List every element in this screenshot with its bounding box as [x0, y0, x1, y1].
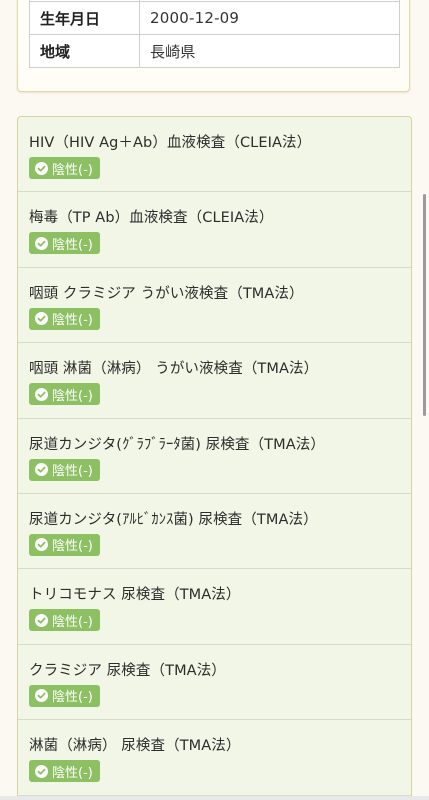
test-name: 尿道カンジタ(ｱﾙﾋﾞｶﾝｽ菌) 尿検査（TMA法）	[29, 511, 318, 528]
region-value: 長崎県	[139, 34, 400, 68]
birthdate-label: 生年月日	[29, 1, 140, 35]
negative-status-badge: 陰性(-)	[29, 533, 100, 556]
check-circle-icon	[35, 689, 48, 703]
scrollbar-thumb[interactable]	[423, 194, 426, 416]
check-circle-icon	[35, 161, 48, 175]
check-circle-icon	[35, 387, 48, 401]
test-name: クラミジア 尿検査（TMA法）	[29, 662, 226, 679]
check-circle-icon	[35, 236, 48, 250]
status-label: 陰性(-)	[52, 690, 93, 706]
status-label: 陰性(-)	[52, 237, 93, 253]
status-label: 陰性(-)	[52, 539, 93, 555]
result-item: 尿道カンジタ(ｱﾙﾋﾞｶﾝｽ菌) 尿検査（TMA法） 陰性(-)	[18, 494, 411, 570]
test-name: 尿道カンジタ(ｸﾞﾗﾌﾞﾗｰﾀ菌) 尿検査（TMA法）	[29, 436, 325, 453]
test-results-list: HIV（HIV Ag＋Ab）血液検査（CLEIA法） 陰性(-) 梅毒（TP A…	[17, 116, 412, 800]
result-item: 淋菌（淋病） 尿検査（TMA法） 陰性(-)	[18, 720, 411, 796]
profile-row-birthdate: 生年月日 2000-12-09	[29, 1, 400, 35]
profile-card: 生年月日 2000-12-09 地域 長崎県	[17, 0, 410, 92]
result-item: 咽頭 淋菌（淋病） うがい液検査（TMA法） 陰性(-)	[18, 343, 411, 419]
check-circle-icon	[35, 613, 48, 627]
negative-status-badge: 陰性(-)	[29, 157, 100, 179]
region-label: 地域	[29, 34, 140, 68]
profile-row-region: 地域 長崎県	[29, 34, 400, 68]
status-label: 陰性(-)	[52, 313, 93, 329]
check-circle-icon	[35, 463, 48, 477]
check-circle-icon	[35, 764, 48, 778]
status-label: 陰性(-)	[52, 464, 93, 480]
test-name: HIV（HIV Ag＋Ab）血液検査（CLEIA法）	[29, 135, 312, 151]
negative-status-badge: 陰性(-)	[29, 458, 100, 481]
negative-status-badge: 陰性(-)	[29, 383, 100, 406]
negative-status-badge: 陰性(-)	[29, 684, 100, 707]
check-circle-icon	[35, 538, 48, 552]
negative-status-badge: 陰性(-)	[29, 609, 100, 632]
page: 生年月日 2000-12-09 地域 長崎県 HIV（HIV Ag＋Ab）血液検…	[0, 0, 429, 800]
status-label: 陰性(-)	[52, 765, 93, 781]
test-name: トリコモナス 尿検査（TMA法）	[29, 587, 241, 604]
test-name: 咽頭 クラミジア うがい液検査（TMA法）	[29, 285, 304, 302]
result-item: 咽頭 クラミジア うがい液検査（TMA法） 陰性(-)	[18, 268, 411, 344]
result-item: クラミジア 尿検査（TMA法） 陰性(-)	[18, 645, 411, 721]
birthdate-value: 2000-12-09	[139, 1, 400, 35]
negative-status-badge: 陰性(-)	[29, 232, 100, 255]
negative-status-badge: 陰性(-)	[29, 307, 100, 330]
result-item: トリコモナス 尿検査（TMA法） 陰性(-)	[18, 569, 411, 645]
result-item: HIV（HIV Ag＋Ab）血液検査（CLEIA法） 陰性(-)	[18, 117, 411, 193]
test-name: 淋菌（淋病） 尿検査（TMA法）	[29, 738, 241, 755]
bottom-edge	[0, 796, 429, 800]
result-item: 尿道カンジタ(ｸﾞﾗﾌﾞﾗｰﾀ菌) 尿検査（TMA法） 陰性(-)	[18, 419, 411, 494]
negative-status-badge: 陰性(-)	[29, 760, 100, 783]
test-name: 咽頭 淋菌（淋病） うがい液検査（TMA法）	[29, 361, 319, 378]
status-label: 陰性(-)	[52, 614, 93, 630]
test-name: 梅毒（TP Ab）血液検査（CLEIA法）	[29, 210, 274, 227]
profile-table: 生年月日 2000-12-09 地域 長崎県	[29, 0, 400, 68]
status-label: 陰性(-)	[52, 388, 93, 404]
status-label: 陰性(-)	[52, 162, 93, 178]
check-circle-icon	[35, 312, 48, 326]
result-item: 梅毒（TP Ab）血液検査（CLEIA法） 陰性(-)	[18, 192, 411, 268]
